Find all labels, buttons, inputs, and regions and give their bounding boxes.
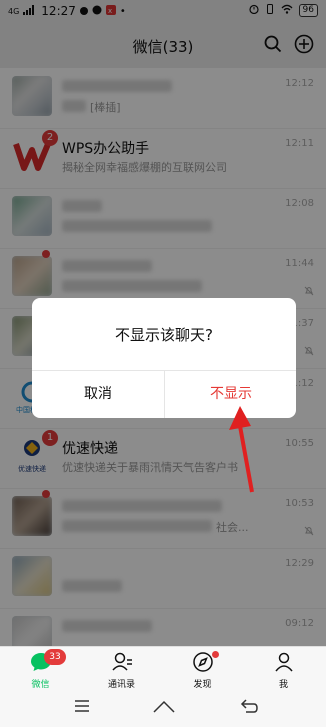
tab-label: 我 [278,680,288,690]
tab-label: 发现 [193,680,212,690]
cancel-button[interactable]: 取消 [32,370,164,418]
tab-contacts[interactable]: 通讯录 [81,647,162,691]
system-nav-bar [0,690,326,727]
menu-icon[interactable] [74,698,90,717]
tab-me[interactable]: 我 [243,647,324,691]
tab-bar: 33 微信 通讯录 发现 我 [0,646,326,691]
tab-label: 通讯录 [107,680,135,690]
unread-badge: 33 [44,649,66,665]
tab-label: 微信 [31,680,50,690]
dialog-title: 不显示该聊天? [115,326,213,344]
home-icon[interactable] [153,698,175,717]
red-arrow-annotation-icon [229,406,254,493]
tab-discover[interactable]: 发现 [162,647,243,691]
person-icon [273,651,295,677]
contacts-icon [111,651,133,677]
back-icon[interactable] [240,698,258,717]
tab-chats[interactable]: 33 微信 [0,647,81,691]
compass-icon [192,651,214,677]
hide-chat-dialog: 不显示该聊天? 取消 不显示 [32,298,296,418]
unread-dot [212,651,219,658]
